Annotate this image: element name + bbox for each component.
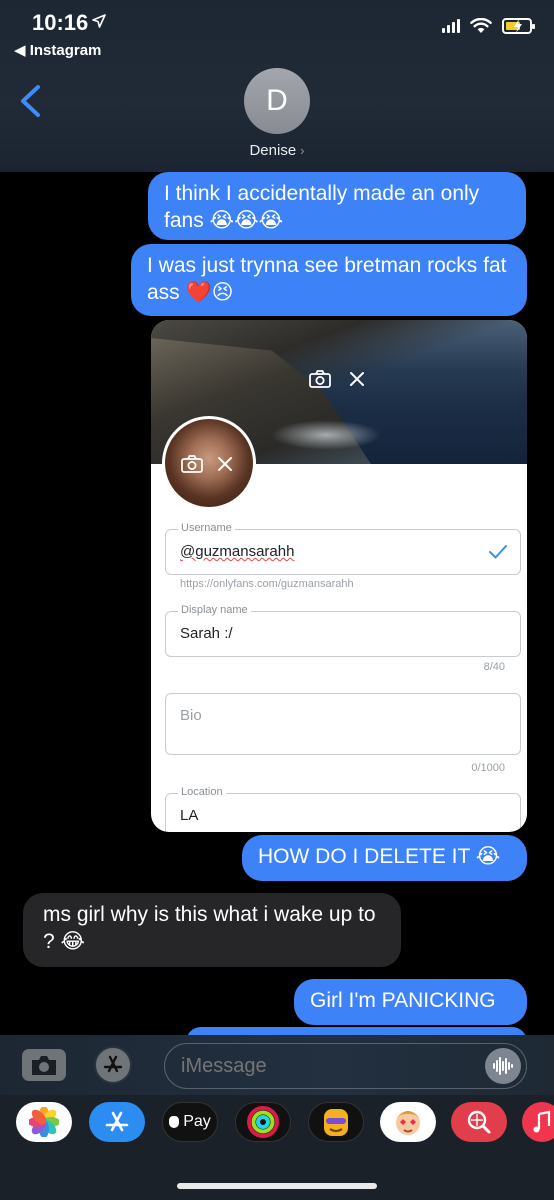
status-time: 10:16 bbox=[32, 10, 89, 35]
location-field: Location LA bbox=[165, 786, 521, 832]
activity-app-icon[interactable] bbox=[235, 1102, 291, 1142]
battery-icon bbox=[502, 18, 535, 34]
message-bubble-sent[interactable]: I was just trynna see bretman rocks fat … bbox=[131, 244, 527, 316]
display-name-value: Sarah :/ bbox=[180, 625, 233, 642]
app-store-button[interactable] bbox=[94, 1046, 132, 1084]
apple-pay-label: Pay bbox=[183, 1113, 211, 1130]
message-composer bbox=[0, 1035, 554, 1095]
location-label: Location bbox=[178, 786, 226, 798]
location-value: LA bbox=[180, 807, 199, 824]
conversation-header: 10:16 ◀ Instagram D Denise › bbox=[0, 0, 554, 172]
imessage-input[interactable] bbox=[164, 1043, 527, 1089]
status-indicators bbox=[442, 18, 535, 34]
app-store-icon bbox=[105, 1111, 129, 1132]
camera-button[interactable] bbox=[22, 1049, 66, 1081]
wifi-icon bbox=[470, 18, 492, 33]
back-to-app-link[interactable]: ◀ Instagram bbox=[14, 41, 101, 59]
search-images-app-icon[interactable] bbox=[451, 1102, 507, 1142]
contact-name-label: Denise bbox=[249, 142, 297, 159]
close-icon bbox=[218, 457, 232, 471]
profile-url: https://onlyfans.com/guzmansarahh bbox=[180, 578, 354, 590]
message-bubble-sent[interactable]: HOW DO I DELETE IT 😭 bbox=[242, 835, 527, 881]
message-bubble-received[interactable]: ms girl why is this what i wake up to ? … bbox=[23, 893, 401, 967]
display-name-count: 8/40 bbox=[483, 661, 505, 673]
bio-placeholder: Bio bbox=[180, 707, 202, 724]
checkmark-icon bbox=[489, 545, 507, 559]
bio-field: Bio bbox=[165, 693, 521, 755]
location-arrow-icon bbox=[92, 14, 106, 28]
camera-icon bbox=[309, 370, 331, 388]
display-name-label: Display name bbox=[178, 604, 251, 616]
contact-name[interactable]: Denise › bbox=[0, 142, 554, 159]
username-field: Username @guzmansarahh bbox=[165, 522, 521, 575]
contact-avatar[interactable]: D bbox=[244, 68, 310, 134]
username-label: Username bbox=[178, 522, 235, 534]
username-value: @guzmansarahh bbox=[180, 543, 295, 560]
audio-message-button[interactable] bbox=[485, 1048, 521, 1084]
memoji-app-icon[interactable] bbox=[308, 1102, 364, 1142]
audio-waveform-icon bbox=[493, 1057, 513, 1075]
close-icon bbox=[350, 372, 364, 386]
camera-icon bbox=[32, 1056, 56, 1075]
camera-icon bbox=[181, 455, 203, 473]
display-name-field: Display name Sarah :/ bbox=[165, 604, 521, 657]
apple-logo-icon bbox=[169, 1116, 180, 1128]
signal-icon bbox=[442, 19, 460, 33]
home-indicator[interactable] bbox=[177, 1183, 377, 1189]
apple-pay-app-icon[interactable]: Pay bbox=[162, 1102, 218, 1142]
attachment-screenshot[interactable]: Username @guzmansarahh https://onlyfans.… bbox=[151, 320, 527, 832]
bio-count: 0/1000 bbox=[471, 762, 505, 774]
photos-app-icon[interactable] bbox=[16, 1102, 72, 1142]
memoji-stickers-app-icon[interactable] bbox=[380, 1102, 436, 1142]
back-chevron-icon[interactable] bbox=[18, 84, 42, 118]
app-store-app-icon[interactable] bbox=[89, 1102, 145, 1142]
message-bubble-sent[interactable]: I think I accidentally made an only fans… bbox=[148, 172, 526, 240]
app-store-icon bbox=[103, 1055, 123, 1073]
chevron-right-icon: › bbox=[300, 143, 305, 158]
music-app-icon[interactable] bbox=[522, 1102, 554, 1142]
profile-photo bbox=[162, 416, 256, 510]
message-bubble-sent[interactable]: Girl I'm PANICKING bbox=[294, 979, 527, 1025]
